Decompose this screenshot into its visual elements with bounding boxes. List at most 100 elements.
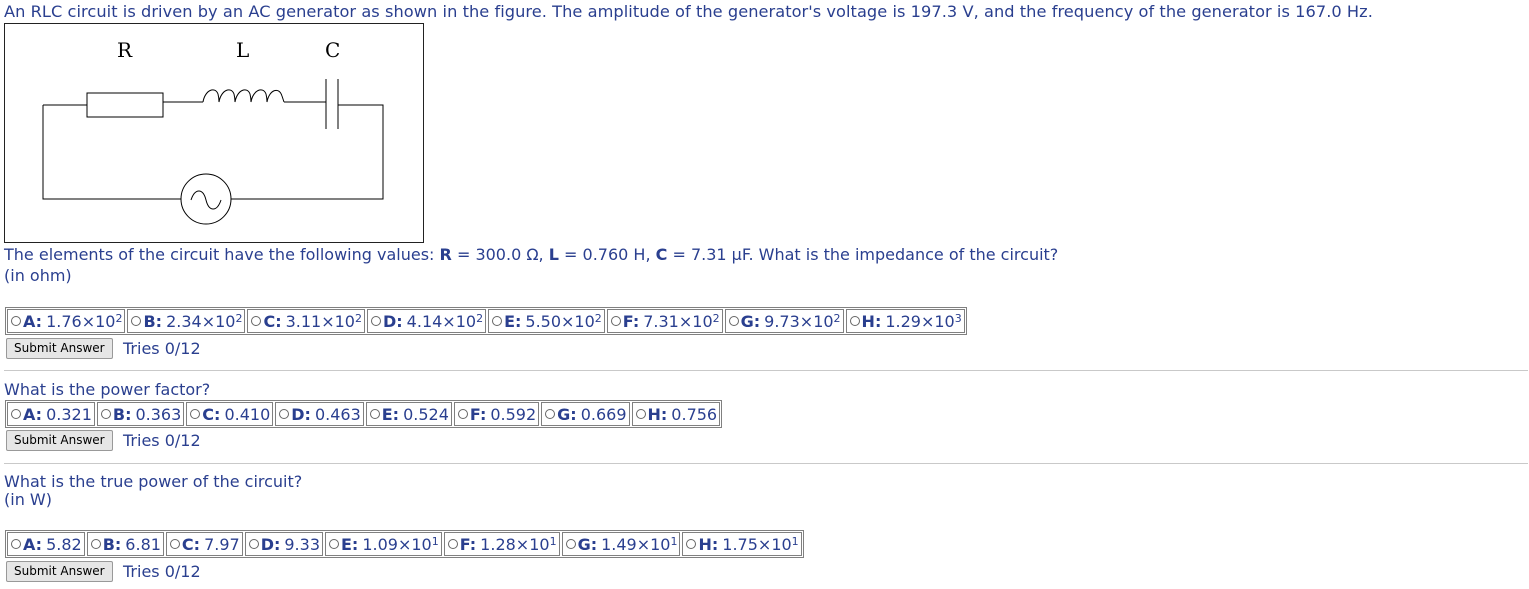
choice-letter: H: [861, 311, 882, 331]
choice-letter: A: [23, 534, 43, 554]
q2-choice-a[interactable]: A: 0.321 [7, 402, 95, 426]
choice-letter: G: [557, 404, 577, 424]
q1-choice-g[interactable]: G: 9.73×10 2 [724, 309, 844, 333]
q1-choice-d[interactable]: D: 4.14×10 2 [366, 309, 487, 333]
q1-choice-h[interactable]: H: 1.29×10 3 [845, 309, 965, 333]
radio-button-icon[interactable] [457, 409, 468, 419]
choice-value: 9.73×10 [764, 311, 834, 331]
choice-value: 1.29×10 [885, 311, 955, 331]
q2-choice-b[interactable]: B: 0.363 [96, 402, 185, 426]
radio-button-icon[interactable] [492, 316, 503, 326]
q1-choice-e[interactable]: E: 5.50×10 2 [488, 309, 605, 333]
choice-letter: D: [291, 404, 311, 424]
choice-exponent: 3 [954, 311, 962, 325]
choice-exponent: 2 [354, 311, 362, 325]
resistor-symbol [86, 92, 164, 118]
q2-choice-c[interactable]: C: 0.410 [186, 402, 274, 426]
choice-exponent: 2 [594, 311, 602, 325]
q3-choice-c[interactable]: C: 7.97 [165, 532, 243, 556]
choice-letter: H: [698, 534, 719, 554]
choice-exponent: 1 [431, 534, 439, 548]
q1-choice-b[interactable]: B: 2.34×10 2 [127, 309, 246, 333]
rlc-circuit-figure: R L C [4, 23, 424, 243]
q3-choice-e[interactable]: E: 1.09×10 1 [325, 532, 442, 556]
choice-exponent: 2 [235, 311, 243, 325]
choice-letter: D: [382, 311, 403, 331]
radio-button-icon[interactable] [279, 409, 290, 419]
wire [42, 105, 181, 200]
radio-button-icon[interactable] [849, 316, 860, 326]
q2-choice-f[interactable]: F: 0.592 [453, 402, 540, 426]
wire [231, 104, 384, 200]
q1-choice-c[interactable]: C: 3.11×10 2 [247, 309, 365, 333]
choice-value: 4.14×10 [406, 311, 477, 331]
q1-submit-button[interactable]: Submit Answer [6, 338, 113, 359]
q1-tries: Tries 0/12 [123, 339, 201, 358]
choice-value: 5.50×10 [525, 311, 595, 331]
q2-choice-h[interactable]: H: 0.756 [631, 402, 721, 426]
choice-value: 7.97 [204, 534, 240, 554]
radio-button-icon[interactable] [11, 409, 21, 419]
radio-button-icon[interactable] [610, 316, 621, 326]
choice-value: 1.75×10 [722, 534, 792, 554]
choice-letter: C: [202, 404, 221, 424]
radio-button-icon[interactable] [686, 539, 697, 549]
problem-intro: An RLC circuit is driven by an AC genera… [4, 2, 1373, 21]
radio-button-icon[interactable] [728, 316, 739, 326]
q3-tries: Tries 0/12 [123, 562, 201, 581]
q2-choices: A: 0.321 B: 0.363 C: 0.410 D: 0.463 E: 0.524 F: 0.5… [5, 400, 723, 428]
q3-choice-h[interactable]: H: 1.75×10 1 [682, 532, 802, 556]
choice-value: 7.31×10 [643, 311, 713, 331]
q3-choice-d[interactable]: D: 9.33 [244, 532, 323, 556]
choice-letter: D: [260, 534, 281, 554]
radio-button-icon[interactable] [370, 316, 381, 326]
q2-choice-g[interactable]: G: 0.669 [541, 402, 630, 426]
choice-letter: E: [504, 311, 522, 331]
choice-value: 0.321 [46, 404, 92, 424]
radio-button-icon[interactable] [369, 409, 380, 419]
choice-value: 0.410 [224, 404, 271, 424]
choice-exponent: 2 [712, 311, 720, 325]
radio-button-icon[interactable] [251, 316, 262, 326]
radio-button-icon[interactable] [90, 539, 101, 549]
q3-choices: A: 5.82 B: 6.81 C: 7.97 D: 9.33 E: 1.09×10 1 F: 1.28… [5, 530, 804, 558]
q3-submit-button[interactable]: Submit Answer [6, 561, 113, 582]
choice-letter: B: [102, 534, 122, 554]
q3-question: What is the true power of the circuit? [4, 472, 303, 491]
choice-letter: A: [23, 311, 43, 331]
radio-button-icon[interactable] [565, 539, 576, 549]
choice-letter: E: [381, 404, 400, 424]
q1-choice-a[interactable]: A: 1.76×10 2 [7, 309, 126, 333]
radio-button-icon[interactable] [447, 539, 458, 549]
q2-submit-button[interactable]: Submit Answer [6, 430, 113, 451]
choice-letter: G: [740, 311, 761, 331]
radio-button-icon[interactable] [100, 409, 111, 419]
radio-button-icon[interactable] [329, 539, 339, 549]
choice-value: 1.28×10 [480, 534, 550, 554]
choice-letter: G: [577, 534, 598, 554]
choice-value: 0.592 [490, 404, 537, 424]
radio-button-icon[interactable] [11, 539, 21, 549]
q2-choice-e[interactable]: E: 0.524 [365, 402, 452, 426]
choice-value: 3.11×10 [285, 311, 355, 331]
choice-letter: F: [622, 311, 640, 331]
q3-choice-a[interactable]: A: 5.82 [7, 532, 85, 556]
q2-question: What is the power factor? [4, 380, 211, 399]
radio-button-icon[interactable] [190, 409, 201, 419]
q3-choice-f[interactable]: F: 1.28×10 1 [443, 532, 560, 556]
radio-button-icon[interactable] [545, 409, 556, 419]
q2-choice-d[interactable]: D: 0.463 [275, 402, 364, 426]
choice-value: 0.524 [403, 404, 449, 424]
radio-button-icon[interactable] [248, 539, 259, 549]
q3-choice-g[interactable]: G: 1.49×10 1 [561, 532, 681, 556]
radio-button-icon[interactable] [635, 409, 646, 419]
choice-value: 9.33 [284, 534, 320, 554]
radio-button-icon[interactable] [169, 539, 180, 549]
q3-choice-b[interactable]: B: 6.81 [86, 532, 164, 556]
radio-button-icon[interactable] [11, 316, 21, 326]
choice-value: 1.76×10 [46, 311, 116, 331]
circuit-values-text: The elements of the circuit have the fol… [4, 245, 1059, 264]
q1-choice-f[interactable]: F: 7.31×10 2 [606, 309, 723, 333]
choice-exponent: 1 [670, 534, 678, 548]
radio-button-icon[interactable] [131, 316, 142, 326]
